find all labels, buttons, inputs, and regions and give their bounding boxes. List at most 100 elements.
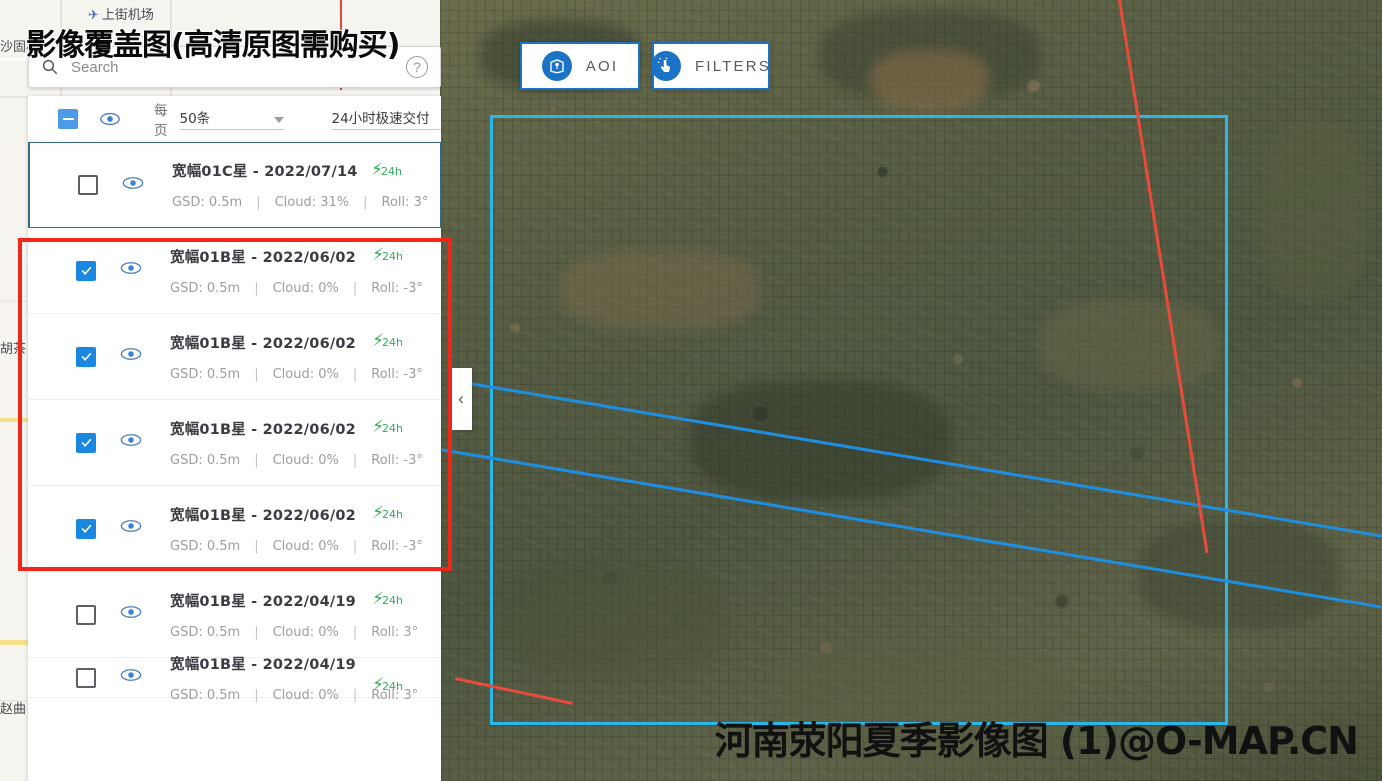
- delivery-badge-label: 24h: [382, 422, 403, 435]
- row-cloud: Cloud: 0%: [272, 687, 339, 703]
- delivery-badge-label: 24h: [382, 594, 403, 607]
- results-toolbar: 每页 50条 24小时极速交付: [28, 96, 441, 142]
- eye-icon: [120, 348, 142, 360]
- row-checkbox-cell: [76, 175, 100, 195]
- table-row[interactable]: 宽幅01B星 - 2022/06/02 GSD: 0.5m | Cloud: 0% | R…: [28, 314, 441, 400]
- table-row[interactable]: 宽幅01B星 - 2022/04/19 GSD: 0.5m | Cloud: 0% | R…: [28, 572, 441, 658]
- delivery-badge: ⚡ 24h: [371, 161, 402, 178]
- row-visibility-toggle[interactable]: [120, 347, 142, 366]
- row-checkbox[interactable]: [78, 175, 98, 195]
- eye-icon: [120, 606, 142, 618]
- meta-separator: |: [352, 452, 358, 468]
- row-meta: GSD: 0.5m | Cloud: 0% | Roll: -3°: [170, 367, 441, 382]
- row-checkbox-cell: [74, 604, 98, 625]
- row-checkbox[interactable]: [76, 346, 96, 367]
- panel-collapse-handle[interactable]: ‹: [450, 368, 472, 430]
- row-roll: Roll: -3°: [371, 538, 423, 554]
- page-title: 影像覆盖图(高清原图需购买): [26, 28, 400, 63]
- row-roll: Roll: -3°: [371, 366, 423, 382]
- delivery-badge-label: 24h: [382, 508, 403, 521]
- delivery-badge-label: 24h: [382, 336, 403, 349]
- delivery-value: 24小时极速交付: [331, 111, 430, 127]
- aoi-button-label: AOI: [585, 57, 619, 75]
- row-checkbox[interactable]: [76, 432, 96, 453]
- row-meta: GSD: 0.5m | Cloud: 0% | Roll: 3°: [170, 625, 441, 640]
- aoi-button[interactable]: AOI: [520, 42, 640, 90]
- row-cloud: Cloud: 0%: [272, 624, 339, 640]
- meta-separator: |: [256, 195, 261, 210]
- row-visibility-toggle[interactable]: [120, 605, 142, 624]
- meta-separator: |: [352, 366, 358, 382]
- row-gsd: GSD: 0.5m: [170, 452, 241, 468]
- delivery-badge-label: 24h: [382, 250, 403, 263]
- delivery-badge: ⚡ 24h: [372, 332, 403, 349]
- row-cloud: Cloud: 0%: [272, 538, 339, 554]
- map-pin-area-icon: [541, 51, 572, 81]
- meta-separator: |: [352, 280, 358, 296]
- row-checkbox-cell: [74, 667, 98, 688]
- row-checkbox[interactable]: [76, 518, 96, 539]
- row-visibility-toggle[interactable]: [120, 433, 142, 452]
- meta-separator: |: [352, 538, 358, 554]
- caret-down-icon: [273, 117, 284, 123]
- table-row[interactable]: 宽幅01C星 - 2022/07/14 GSD: 0.5m | Cloud: 31% |…: [28, 142, 441, 228]
- eye-icon[interactable]: [100, 112, 120, 126]
- chevron-left-icon: ‹: [458, 389, 464, 408]
- eye-icon: [120, 262, 142, 274]
- table-row[interactable]: 宽幅01B星 - 2022/06/02 GSD: 0.5m | Cloud: 0% | R…: [28, 400, 441, 486]
- row-checkbox[interactable]: [76, 260, 96, 281]
- meta-separator: |: [254, 452, 259, 468]
- row-meta: GSD: 0.5m | Cloud: 0% | Roll: -3°: [170, 539, 441, 554]
- row-cloud: Cloud: 0%: [272, 280, 339, 296]
- row-checkbox[interactable]: [76, 667, 96, 688]
- row-gsd: GSD: 0.5m: [172, 195, 243, 210]
- meta-separator: |: [363, 195, 368, 210]
- per-page-value: 50条: [179, 111, 211, 127]
- delivery-badge: ⚡ 24h: [372, 246, 403, 263]
- row-gsd: GSD: 0.5m: [170, 538, 241, 554]
- row-meta: GSD: 0.5m | Cloud: 0% | Roll: -3°: [170, 453, 441, 468]
- per-page-select[interactable]: 50条: [179, 107, 284, 130]
- map-label-village: 胡茶: [0, 342, 27, 357]
- delivery-badge: ⚡ 24h: [372, 590, 403, 607]
- results-list[interactable]: 宽幅01C星 - 2022/07/14 GSD: 0.5m | Cloud: 31% |…: [28, 142, 441, 703]
- filters-button[interactable]: FILTERS: [651, 42, 771, 90]
- row-meta: GSD: 0.5m | Cloud: 0% | Roll: -3°: [170, 281, 441, 296]
- row-meta: GSD: 0.5m | Cloud: 31% | Roll: 3°: [172, 195, 440, 210]
- eye-icon: [120, 434, 142, 446]
- table-row[interactable]: 宽幅01B星 - 2022/04/19 GSD: 0.5m | Cloud: 0% | R…: [28, 657, 441, 703]
- watermark-text: 河南荥阳夏季影像图 (1)@O-MAP.CN: [714, 719, 1359, 763]
- meta-separator: |: [254, 687, 259, 703]
- row-gsd: GSD: 0.5m: [170, 366, 241, 382]
- delivery-badge: ⚡ 24h: [372, 504, 403, 521]
- row-visibility-toggle[interactable]: [122, 176, 144, 195]
- meta-separator: |: [352, 687, 358, 703]
- row-roll: Roll: -3°: [371, 452, 423, 468]
- click-pointer-icon: [651, 51, 682, 81]
- delivery-select[interactable]: 24小时极速交付: [331, 107, 441, 130]
- row-roll: Roll: 3°: [381, 195, 429, 210]
- row-visibility-toggle[interactable]: [120, 261, 142, 280]
- row-checkbox[interactable]: [76, 604, 96, 625]
- eye-icon: [120, 669, 142, 681]
- eye-icon: [120, 520, 142, 532]
- row-cloud: Cloud: 0%: [272, 452, 339, 468]
- row-checkbox-cell: [74, 346, 98, 367]
- select-all-checkbox[interactable]: [58, 108, 78, 129]
- application-root: ✈上街机场 沙固村 胡茶 赵曲 ? 每页 50条 24小时极速交付: [0, 0, 1382, 781]
- per-page-label: 每页: [154, 102, 168, 139]
- filters-button-label: FILTERS: [695, 57, 771, 75]
- delivery-badge-label: 24h: [381, 165, 402, 178]
- eye-icon: [122, 176, 144, 189]
- map-label-village: 赵曲: [0, 702, 27, 717]
- row-gsd: GSD: 0.5m: [170, 624, 241, 640]
- row-cloud: Cloud: 0%: [272, 366, 339, 382]
- table-row[interactable]: 宽幅01B星 - 2022/06/02 GSD: 0.5m | Cloud: 0% | R…: [28, 228, 441, 314]
- help-icon[interactable]: ?: [406, 56, 428, 78]
- row-roll: Roll: 3°: [371, 624, 419, 640]
- table-row[interactable]: 宽幅01B星 - 2022/06/02 GSD: 0.5m | Cloud: 0% | R…: [28, 486, 441, 572]
- row-visibility-toggle[interactable]: [120, 668, 142, 687]
- row-checkbox-cell: [74, 260, 98, 281]
- row-visibility-toggle[interactable]: [120, 519, 142, 538]
- map-satellite-layer: [440, 0, 1382, 781]
